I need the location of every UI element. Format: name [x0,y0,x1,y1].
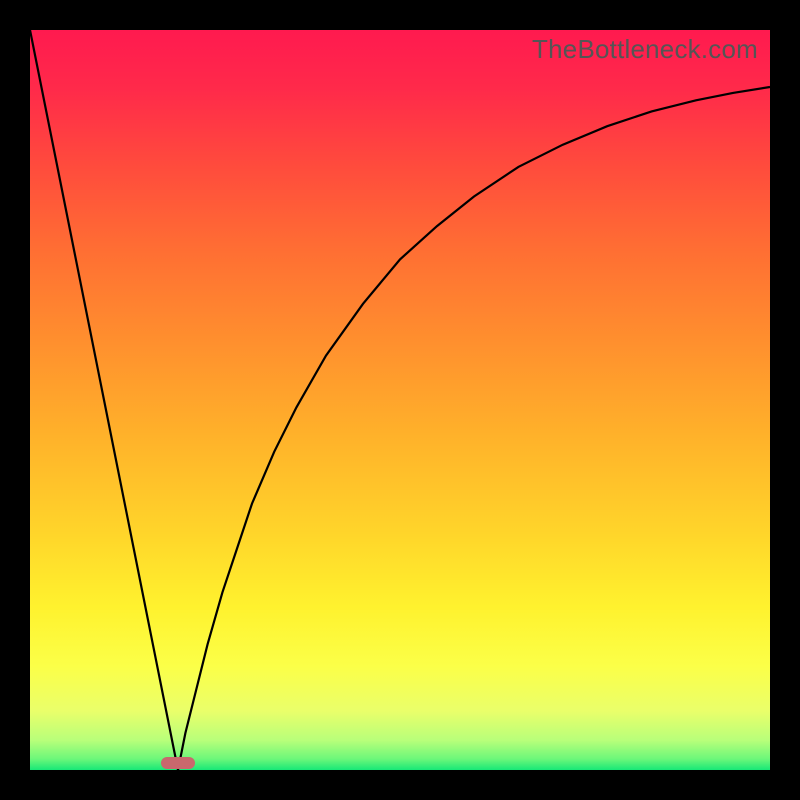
chart-canvas-frame: TheBottleneck.com [0,0,800,800]
optimal-point-marker [161,757,195,769]
plot-area: TheBottleneck.com [30,30,770,770]
gradient-background [30,30,770,770]
watermark-text: TheBottleneck.com [532,34,758,65]
bottleneck-curve [30,30,770,770]
